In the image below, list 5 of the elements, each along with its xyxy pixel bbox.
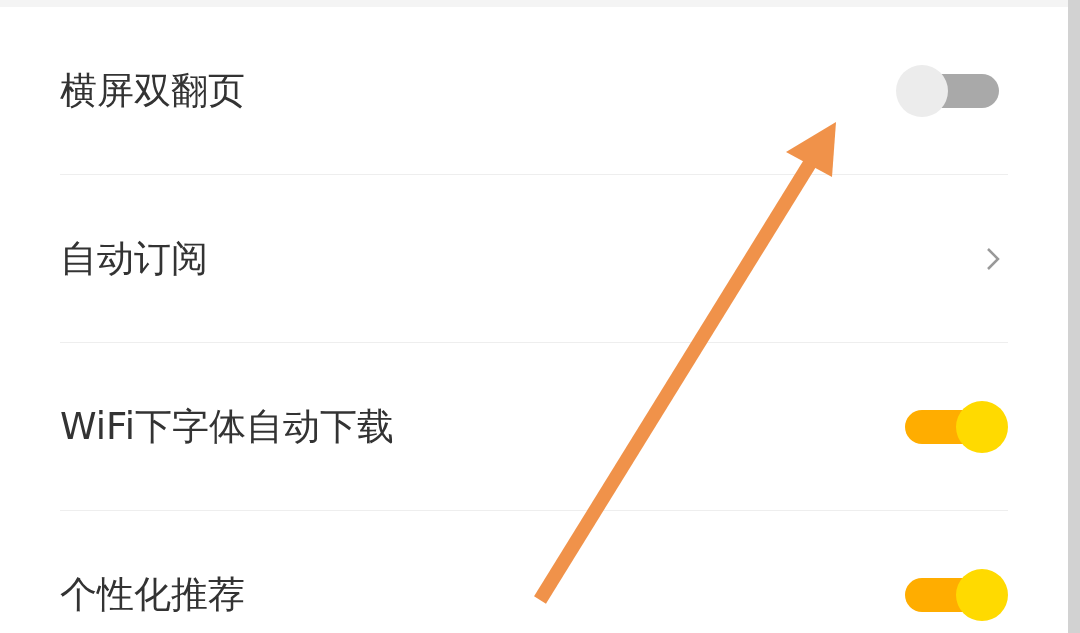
setting-label: 个性化推荐 xyxy=(60,571,245,618)
chevron-right-icon[interactable] xyxy=(986,246,1000,271)
setting-label: 横屏双翻页 xyxy=(60,67,245,114)
setting-label: 自动订阅 xyxy=(60,235,208,282)
setting-label: WiFi下字体自动下载 xyxy=(60,403,394,450)
